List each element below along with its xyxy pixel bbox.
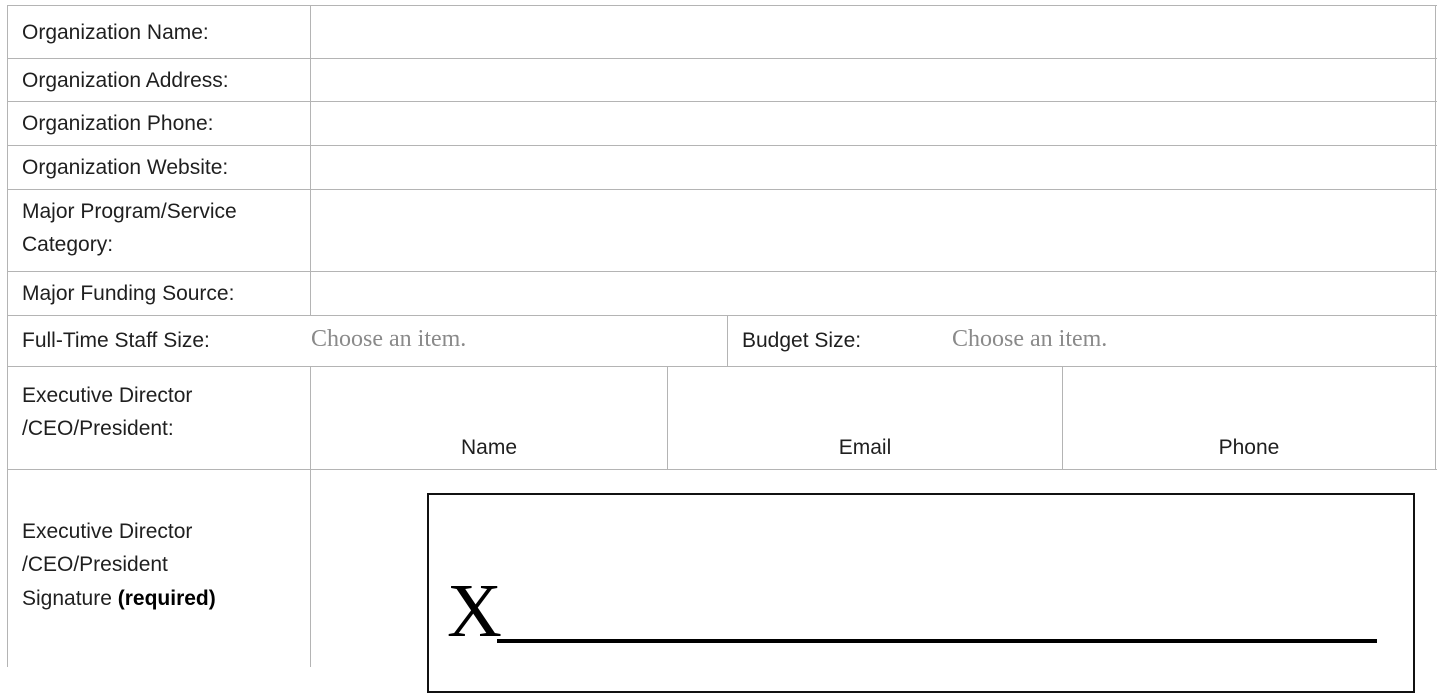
executive-email-caption: Email <box>838 436 892 459</box>
signature-box[interactable]: X <box>427 493 1415 693</box>
grid-line <box>1435 5 1436 469</box>
signature-label-line3: Signature (required) <box>22 585 216 612</box>
signature-line <box>497 639 1377 643</box>
signature-label-line2: /CEO/President <box>22 553 168 576</box>
organization-website-label: Organization Website: <box>22 156 229 179</box>
executive-phone-caption: Phone <box>1218 436 1280 459</box>
organization-name-label: Organization Name: <box>22 21 209 44</box>
executive-label-line2: /CEO/President: <box>22 417 174 440</box>
executive-name-caption: Name <box>460 436 518 459</box>
grid-line <box>7 315 1437 316</box>
organization-phone-label: Organization Phone: <box>22 112 214 135</box>
grid-line <box>7 5 8 667</box>
funding-source-label: Major Funding Source: <box>22 282 235 305</box>
program-category-field[interactable] <box>311 190 1435 271</box>
staff-size-label: Full-Time Staff Size: <box>22 329 210 352</box>
program-category-label-line1: Major Program/Service <box>22 200 237 223</box>
budget-size-dropdown[interactable]: Choose an item. <box>952 326 1107 353</box>
signature-label-prefix: Signature <box>22 587 118 610</box>
program-category-label-line2: Category: <box>22 233 114 256</box>
budget-size-label: Budget Size: <box>742 329 862 352</box>
staff-size-dropdown[interactable]: Choose an item. <box>311 326 466 353</box>
organization-address-field[interactable] <box>311 59 1435 101</box>
required-marker: (required) <box>117 587 216 610</box>
organization-address-label: Organization Address: <box>22 69 229 92</box>
grid-line <box>727 315 728 366</box>
organization-name-field[interactable] <box>311 6 1435 58</box>
organization-website-field[interactable] <box>311 146 1435 189</box>
signature-label-line1: Executive Director <box>22 520 193 543</box>
grid-line <box>7 469 1437 470</box>
signature-x-mark: X <box>447 569 502 653</box>
executive-label-line1: Executive Director <box>22 384 193 407</box>
organization-form: Organization Name: Organization Address:… <box>0 0 1437 693</box>
funding-source-field[interactable] <box>311 272 1435 315</box>
organization-phone-field[interactable] <box>311 102 1435 145</box>
